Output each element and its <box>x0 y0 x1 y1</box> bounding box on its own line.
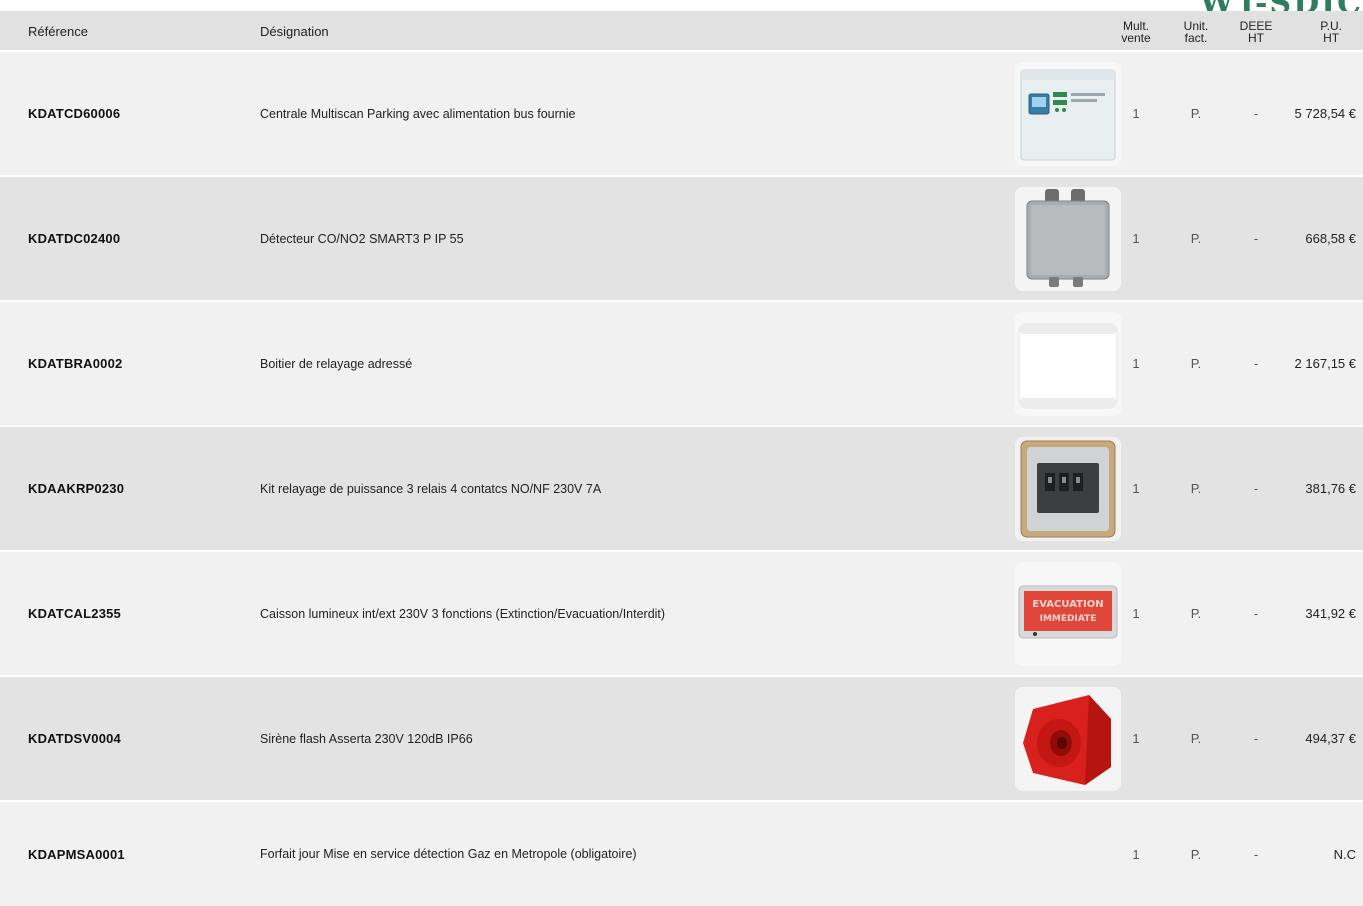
product-image-cell: EVACUATION IMMEDIATE <box>1015 552 1121 675</box>
product-table: Référence Désignation Mult. vente Unit. … <box>0 11 1363 906</box>
table-header: Référence Désignation Mult. vente Unit. … <box>0 11 1363 52</box>
mult-vente: 1 <box>1132 356 1140 371</box>
deee-ht: - <box>1253 731 1259 746</box>
header-deee-ht: DEEE HT <box>1239 18 1273 45</box>
header-designation: Désignation <box>260 24 329 39</box>
deee-ht: - <box>1253 106 1259 121</box>
table-row: KDATCD60006 Centrale Multiscan Parking a… <box>0 52 1363 177</box>
product-designation: Caisson lumineux int/ext 230V 3 fonction… <box>260 606 666 621</box>
unit-fact: P. <box>1190 356 1202 371</box>
product-reference: KDATDC02400 <box>28 231 121 246</box>
table-row: KDATDC02400 Détecteur CO/NO2 SMART3 P IP… <box>0 177 1363 302</box>
product-designation: Forfait jour Mise en service détection G… <box>260 847 637 861</box>
product-image-cell <box>1015 177 1121 300</box>
product-reference: KDATCD60006 <box>28 106 121 121</box>
unit-fact: P. <box>1190 106 1202 121</box>
deee-ht: - <box>1253 606 1259 621</box>
header-unit-fact: Unit. fact. <box>1183 18 1209 45</box>
product-image-cell <box>1015 677 1121 800</box>
table-row: KDATCAL2355 Caisson lumineux int/ext 230… <box>0 552 1363 677</box>
product-designation: Boitier de relayage adressé <box>260 356 413 371</box>
mult-vente: 1 <box>1132 846 1140 862</box>
product-reference: KDATDSV0004 <box>28 731 121 746</box>
product-image-cell <box>1015 427 1121 550</box>
table-row: KDAPMSA0001 Forfait jour Mise en service… <box>0 802 1363 906</box>
price-ht: 5 728,54 € <box>1294 106 1356 121</box>
control-panel-image <box>1015 61 1121 166</box>
product-image-cell <box>1015 302 1121 425</box>
product-reference: KDATCAL2355 <box>28 606 121 621</box>
relay-kit-image <box>1015 436 1121 541</box>
catalog-page: WT-SDIC Référence Désignation Mult. vent… <box>0 0 1363 906</box>
unit-fact: P. <box>1190 481 1202 496</box>
price-ht: 668,58 € <box>1305 231 1356 246</box>
detector-box-image <box>1015 186 1121 291</box>
price-ht: 341,92 € <box>1305 606 1356 621</box>
sign-line-2: IMMEDIATE <box>1040 614 1097 624</box>
mult-vente: 1 <box>1132 106 1140 121</box>
product-reference: KDAAKRP0230 <box>28 481 125 496</box>
relay-box-image <box>1015 311 1121 416</box>
header-mult-vente: Mult. vente <box>1121 18 1151 45</box>
table-row: KDAAKRP0230 Kit relayage de puissance 3 … <box>0 427 1363 552</box>
product-reference: KDAPMSA0001 <box>28 846 125 862</box>
product-reference: KDATBRA0002 <box>28 356 123 371</box>
deee-ht: - <box>1253 356 1259 371</box>
unit-fact: P. <box>1190 731 1202 746</box>
sign-line-1: EVACUATION <box>1032 599 1103 610</box>
deee-ht: - <box>1253 231 1259 246</box>
mult-vente: 1 <box>1132 606 1140 621</box>
unit-fact: P. <box>1190 846 1202 862</box>
header-pu-ht: P.U. HT <box>1320 18 1342 45</box>
price-ht: 381,76 € <box>1305 481 1356 496</box>
price-ht: N.C <box>1333 846 1356 862</box>
price-ht: 494,37 € <box>1305 731 1356 746</box>
price-ht: 2 167,15 € <box>1294 356 1356 371</box>
table-row: KDATDSV0004 Sirène flash Asserta 230V 12… <box>0 677 1363 802</box>
product-designation: Détecteur CO/NO2 SMART3 P IP 55 <box>260 231 464 246</box>
product-designation: Kit relayage de puissance 3 relais 4 con… <box>260 481 602 496</box>
product-image-cell <box>1015 52 1121 175</box>
siren-image <box>1015 686 1121 791</box>
light-sign-image: EVACUATION IMMEDIATE <box>1015 561 1121 666</box>
deee-ht: - <box>1253 846 1259 862</box>
mult-vente: 1 <box>1132 731 1140 746</box>
deee-ht: - <box>1253 481 1259 496</box>
mult-vente: 1 <box>1132 481 1140 496</box>
product-designation: Centrale Multiscan Parking avec alimenta… <box>260 106 576 121</box>
table-row: KDATBRA0002 Boitier de relayage adressé … <box>0 302 1363 427</box>
mult-vente: 1 <box>1132 231 1140 246</box>
unit-fact: P. <box>1190 231 1202 246</box>
product-designation: Sirène flash Asserta 230V 120dB IP66 <box>260 731 473 746</box>
header-reference: Référence <box>28 24 88 39</box>
unit-fact: P. <box>1190 606 1202 621</box>
